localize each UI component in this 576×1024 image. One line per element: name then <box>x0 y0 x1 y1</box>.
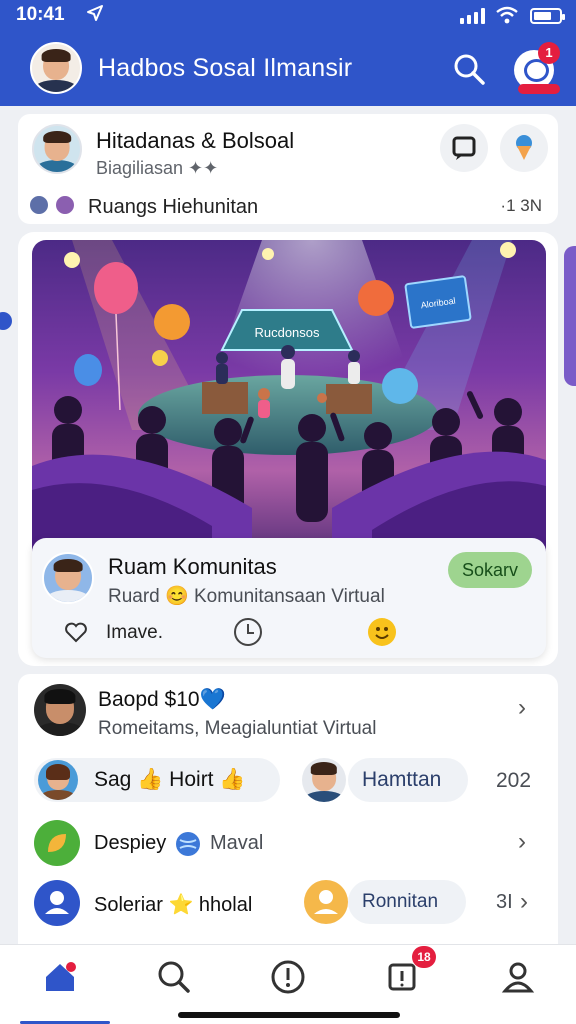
author-subtitle: Biagiliasan ✦✦ <box>96 158 219 178</box>
share-button[interactable] <box>440 124 488 172</box>
room-name[interactable]: Ruangs Hiehunitan <box>88 196 258 219</box>
search-icon[interactable] <box>452 52 486 86</box>
community-info-panel[interactable]: Ruam Komunitas Ruard 😊 Komunitansaan Vir… <box>32 538 546 658</box>
navigation-arrow-icon <box>87 5 103 21</box>
profile-icon[interactable] <box>498 957 538 997</box>
user-group-icon[interactable] <box>34 880 80 926</box>
status-bar: 10:41 <box>0 0 576 32</box>
alert-circle-icon[interactable] <box>268 957 308 997</box>
list-item-subtitle: Romeitams, Meagialuntiat Virtual <box>98 718 377 739</box>
chip-label: Hamttan <box>362 768 442 791</box>
community-avatar[interactable] <box>42 552 94 604</box>
home-indicator <box>178 1012 400 1018</box>
user-avatar[interactable] <box>302 758 346 802</box>
app-header: 10:41 Hadbos Sosal Ilmansir 1 <box>0 0 576 106</box>
member-avatar <box>54 194 76 216</box>
chip-label: Sag 👍 Hoirt 👍 <box>94 768 246 791</box>
chevron-right-icon[interactable]: › <box>520 888 528 916</box>
message-square-icon <box>452 136 476 160</box>
list-item-value: 202 <box>496 769 532 792</box>
signal-icon <box>460 8 486 24</box>
stage-banner-text: Rucdonsos <box>254 325 320 340</box>
notification-badge: 1 <box>538 42 560 64</box>
user-avatar <box>38 760 78 800</box>
chevron-right-icon[interactable]: › <box>518 694 526 722</box>
community-subtitle: Ruard 😊 Komunitansaan Virtual <box>108 586 385 607</box>
user-avatar[interactable] <box>34 684 86 736</box>
list-item-title[interactable]: Baopd $10💙 <box>98 688 226 712</box>
author-avatar[interactable] <box>32 124 82 174</box>
next-card-peek[interactable] <box>564 246 576 386</box>
list-item-title[interactable]: Despiey <box>94 832 166 855</box>
member-avatar <box>28 194 50 216</box>
list-item-value: 3I <box>496 891 513 913</box>
globe-icon <box>176 832 200 856</box>
community-list: Baopd $10💙 Romeitams, Meagialuntiat Virt… <box>18 674 558 944</box>
list-item-chip[interactable]: Hamttan <box>348 758 468 802</box>
heart-icon[interactable] <box>64 620 88 644</box>
chip-label: Ronnitan <box>362 891 439 912</box>
app-title: Hadbos Sosal Ilmansir <box>98 54 353 82</box>
leaf-icon[interactable] <box>34 820 80 866</box>
ice-cream-icon <box>516 135 532 160</box>
list-item-chip[interactable]: Sag 👍 Hoirt 👍 <box>34 758 280 802</box>
join-button[interactable]: Sokarv <box>448 552 532 588</box>
reaction-button[interactable] <box>500 124 548 172</box>
notification-badge: 18 <box>412 946 436 968</box>
status-time: 10:41 <box>16 4 65 25</box>
wifi-icon <box>496 6 518 24</box>
list-item-subtitle: Maval <box>210 832 264 854</box>
author-name[interactable]: Hitadanas & Bolsoal <box>96 128 294 154</box>
community-card[interactable]: Rucdonsos Aloriboal Ruam Komunitas Ruard… <box>18 232 558 666</box>
home-icon[interactable] <box>40 957 80 997</box>
profile-avatar[interactable] <box>30 42 82 94</box>
user-avatar[interactable] <box>304 880 348 924</box>
chevron-right-icon[interactable]: › <box>518 828 526 856</box>
smile-emoji-icon[interactable] <box>368 618 396 646</box>
post-header-card: Hitadanas & Bolsoal Biagiliasan ✦✦ Ruang… <box>18 114 558 224</box>
community-title[interactable]: Ruam Komunitas <box>108 554 277 580</box>
battery-icon <box>530 8 565 24</box>
list-item-chip[interactable]: Ronnitan <box>348 880 466 924</box>
search-icon[interactable] <box>154 957 194 997</box>
page-indicator-dot <box>0 312 12 330</box>
list-item-title[interactable]: Soleriar ⭐ hholal <box>94 892 252 917</box>
like-label[interactable]: Imave. <box>106 622 163 644</box>
room-count: ·1 3N <box>500 196 542 215</box>
live-indicator <box>518 84 560 94</box>
community-illustration: Rucdonsos Aloriboal <box>32 240 546 570</box>
clock-icon[interactable] <box>234 618 262 646</box>
